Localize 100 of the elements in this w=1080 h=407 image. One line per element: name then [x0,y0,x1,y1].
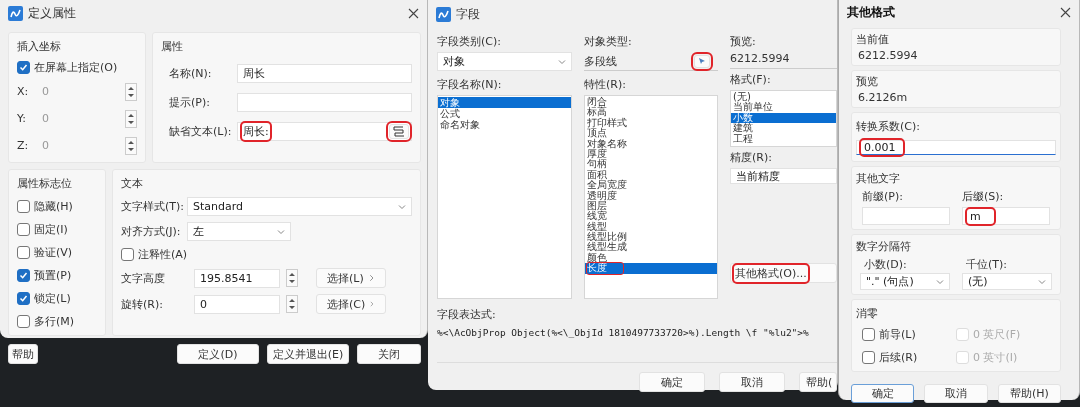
input-field[interactable]: 周长 [237,64,412,83]
close-icon[interactable] [1060,6,1071,18]
checkbox[interactable]: 在屏幕上指定(O) [17,60,137,75]
group-heading: 插入坐标 [17,39,62,54]
select-button[interactable]: 选择(L) [316,268,386,288]
list-item[interactable]: 顶点 [585,128,717,139]
list-item[interactable]: 线型比例 [585,232,717,243]
spin-button[interactable] [125,109,137,128]
group-heading: 预览 [856,74,879,89]
help-button[interactable]: 帮助 [8,344,38,364]
field-label: 特性(R): [584,77,627,92]
dropdown[interactable]: "." (句点) [860,273,950,290]
dropdown[interactable]: 左 [187,222,291,241]
dialog-button[interactable]: 取消 [924,384,988,403]
highlight-frame: 其他格式(O)... [735,265,807,281]
checkbox[interactable]: 固定(I) [17,222,97,237]
input-field[interactable] [237,93,412,112]
list-item[interactable]: 透明度 [585,190,717,201]
dialog-button[interactable]: 确定 [851,384,915,403]
dialog-button[interactable]: 确定 [639,372,705,392]
spinner-arrows-icon [128,112,134,125]
spinner-arrows-icon [289,272,295,284]
field-label: X: [17,85,30,98]
current-value: 6212.5994 [857,49,919,62]
select-object-button[interactable] [694,54,710,68]
check-icon [19,294,28,303]
group-heading: 属性 [161,39,184,54]
list-item[interactable]: 工程 [731,133,836,144]
other-format-button[interactable]: 其他格式(O)... [730,263,837,283]
checkbox[interactable]: 预置(P) [17,268,97,283]
close-icon[interactable] [408,7,419,19]
list-item[interactable]: 线型生成 [585,242,717,253]
dialog-button[interactable]: 定义并退出(E) [267,344,349,364]
chevron-icon [936,277,944,286]
list-item[interactable]: 颜色 [585,252,717,264]
input-field[interactable]: m [962,207,1050,225]
dropdown[interactable]: 对象 [437,52,572,71]
field-label: 前缀(P): [862,189,904,204]
list-item[interactable]: 全局宽度 [585,180,717,191]
list-item[interactable]: (无) [731,92,836,103]
list-item[interactable]: 长度 [585,263,717,274]
list-item[interactable]: 厚度 [585,148,717,160]
spinner-arrows-icon [128,139,134,152]
list-item[interactable]: 对象 [438,97,571,108]
pick-icon [698,57,706,65]
list-item[interactable]: 公式 [438,108,571,119]
field-label: 对齐方式(J): [121,224,182,239]
check-icon [19,63,28,72]
dialog-button[interactable]: 定义(D) [177,344,259,364]
list-item[interactable]: 句柄 [585,159,717,170]
spin-button[interactable] [125,136,137,155]
input-field[interactable] [862,207,950,225]
preview-value: 6212.5994 [730,52,837,69]
group-heading: 数字分隔符 [856,239,912,254]
checkbox[interactable]: 后续(R) [862,350,956,365]
list-item[interactable]: 命名对象 [438,119,571,130]
insert-field-button[interactable] [389,124,409,139]
chevron-icon [277,227,285,236]
field-label: 缺省文本(L): [168,124,233,139]
dialog-button[interactable]: 帮助( [799,372,837,392]
window-title: 其他格式 [847,3,896,21]
field-label: 千位(T): [965,257,1008,272]
group-heading: 其他文字 [856,171,901,186]
spin-button[interactable] [125,82,137,101]
list-item[interactable]: 对象名称 [585,138,717,149]
field-label: Z: [17,139,30,152]
checkbox[interactable]: 隐藏(H) [17,199,97,214]
checkbox[interactable]: 多行(M) [17,314,97,329]
dialog-button[interactable]: 取消 [719,372,785,392]
spin-button[interactable] [286,295,298,313]
highlight-frame: 周长: [243,124,269,139]
dropdown[interactable]: 当前精度 [730,168,837,184]
checkbox[interactable]: 前导(L) [862,327,956,342]
list-item[interactable]: 线宽 [585,211,717,222]
field-label: 精度(R): [730,150,773,165]
dialog-button[interactable]: 关闭 [357,344,421,364]
field-label: 名称(N): [168,66,213,81]
field-label: Y: [17,112,27,125]
field-label: 旋转(R): [121,296,164,312]
chevron-icon [398,202,406,211]
dialog-button[interactable]: 帮助(H) [997,384,1061,403]
input-field[interactable]: 0 [194,294,280,314]
group-heading: 当前值 [856,32,890,47]
dropdown[interactable]: (无) [962,273,1052,290]
list-item[interactable]: 建筑 [731,123,836,134]
list-item[interactable]: 当前单位 [731,102,836,113]
list-item[interactable]: 闭合 [585,97,717,108]
input-field[interactable]: 0.001 [856,140,1056,155]
list-item[interactable]: 标高 [585,107,717,118]
select-button[interactable]: 选择(C) [316,294,386,314]
spin-button[interactable] [286,269,298,287]
group-heading: 文本 [121,176,144,191]
checkbox[interactable]: 锁定(L) [17,291,97,306]
input-field[interactable]: 周长: [237,122,412,141]
checkbox[interactable]: 验证(V) [17,245,97,260]
field-label: 小数(D): [863,257,908,272]
app-icon [436,6,451,22]
checkbox[interactable]: 注释性(A) [121,247,412,262]
input-field[interactable]: 195.8541 [194,268,280,288]
dropdown[interactable]: Standard [187,197,412,216]
